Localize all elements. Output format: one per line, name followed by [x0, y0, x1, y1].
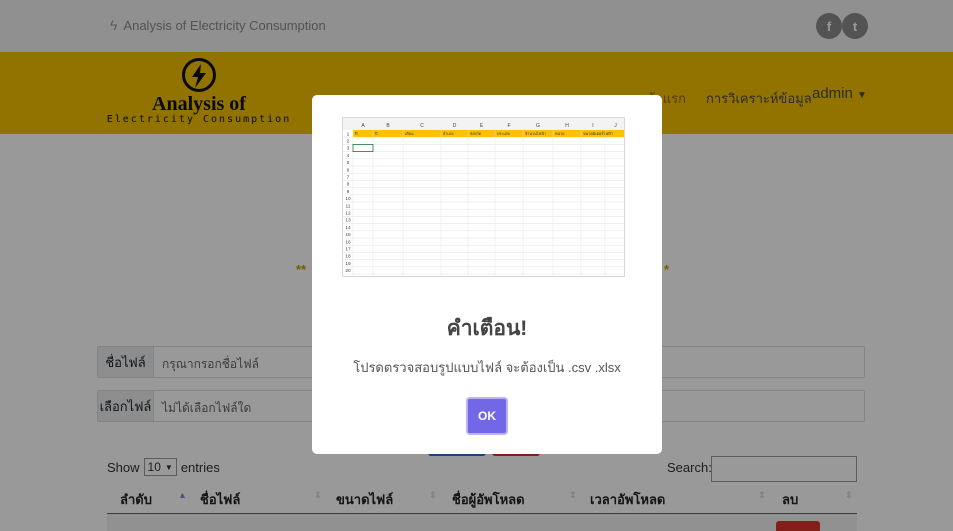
sheet-column-letter: I	[592, 123, 593, 129]
sheet-selected-cell	[352, 143, 374, 152]
modal-message: โปรดตรวจสอบรูปแบบไฟล์ จะต้องเป็น .csv .x…	[353, 360, 621, 375]
sheet-row-number: 4	[347, 153, 350, 159]
sheet-header-cell: ประเภท	[497, 131, 510, 136]
sheet-row-number: 8	[347, 182, 350, 188]
sheet-row-number: 1	[347, 131, 350, 137]
sheet-header-cell: หน่วย	[555, 131, 564, 136]
sheet-row-number: 13	[345, 218, 351, 224]
spreadsheet-template-image: A B C D E F G H I J ปี ปี เดือน อำเภอ จังหวัด ประเภท จำน…	[342, 117, 625, 277]
sheet-header-cell: จำนวนไฟฟ้า	[525, 131, 546, 136]
sheet-header-cell: อำเภอ	[443, 131, 454, 136]
sheet-header-cell: เดือน	[405, 131, 414, 136]
sheet-row-number: 2	[347, 139, 350, 145]
sheet-column-letter: G	[536, 123, 540, 129]
sheet-row-number: 14	[345, 225, 351, 231]
sheet-column-letter: H	[565, 123, 569, 129]
sheet-column-letter: D	[453, 123, 457, 129]
sheet-header-cell: ขนาดมิเตอร์ไฟฟ้า	[583, 131, 613, 136]
modal-title: คำเตือน!	[446, 317, 528, 340]
sheet-row-number: 17	[345, 247, 351, 253]
warning-modal: A B C D E F G H I J ปี ปี เดือน อำเภอ จังหวัด ประเภท จำน…	[312, 95, 662, 454]
sheet-row-number: 7	[347, 175, 350, 181]
sheet-row-number: 5	[347, 160, 350, 166]
sheet-row-number: 9	[347, 189, 350, 195]
sheet-header-cell: ปี	[354, 131, 358, 136]
sheet-row-number: 18	[345, 254, 351, 260]
sheet-row-number: 19	[345, 261, 351, 267]
sheet-header-cell: ปี	[374, 131, 378, 136]
sheet-row-number: 15	[345, 232, 351, 238]
sheet-row-number: 6	[347, 167, 350, 173]
ok-button[interactable]: OK	[466, 397, 508, 435]
sheet-column-letter: F	[507, 123, 510, 129]
sheet-row-number: 11	[346, 203, 351, 209]
sheet-column-letter: C	[420, 123, 424, 129]
sheet-header-cell: จังหวัด	[470, 131, 482, 136]
sheet-row-number: 12	[345, 211, 351, 217]
spreadsheet-preview: A B C D E F G H I Jปี ปี เดือน อำเภอ จังหวัด ประเภท จำน…	[343, 118, 624, 276]
sheet-row-number: 10	[345, 196, 351, 202]
sheet-row-number: 20	[345, 268, 351, 274]
sheet-row-number: 16	[345, 239, 351, 245]
sheet-column-header-bar	[343, 118, 624, 130]
sheet-row-number: 3	[347, 146, 350, 152]
